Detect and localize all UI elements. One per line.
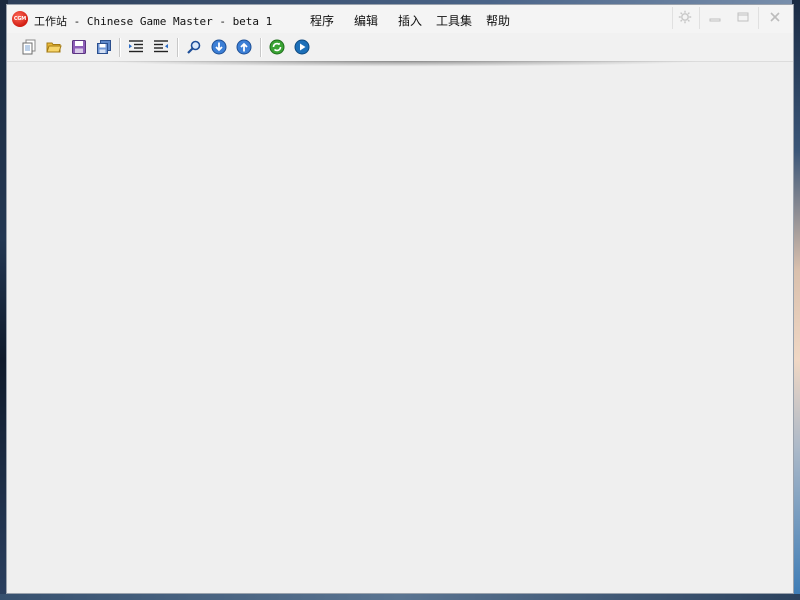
save-all-button[interactable] <box>94 37 114 57</box>
refresh-icon <box>269 39 285 55</box>
gear-icon <box>678 10 692 24</box>
close-icon <box>770 12 780 22</box>
menu-help[interactable]: 帮助 <box>486 12 510 29</box>
toolbar <box>7 33 793 61</box>
desktop-background-bottom <box>0 594 800 600</box>
find-next-button[interactable] <box>209 37 229 57</box>
play-icon <box>294 39 310 55</box>
menu-program[interactable]: 程序 <box>310 12 334 29</box>
menu-insert[interactable]: 插入 <box>398 12 422 29</box>
window-title: 工作站 - Chinese Game Master - beta 1 <box>34 15 273 28</box>
new-document-button[interactable] <box>19 37 39 57</box>
title-bar[interactable]: CGM 工作站 - Chinese Game Master - beta 1 程… <box>7 5 793 33</box>
arrow-down-icon <box>211 39 227 55</box>
indent-button[interactable] <box>126 37 146 57</box>
maximize-button[interactable] <box>729 5 757 29</box>
toolbar-shadow <box>11 61 789 69</box>
workspace-area[interactable] <box>7 62 793 593</box>
minimize-icon <box>709 18 721 22</box>
app-logo-text: CGM <box>13 16 27 22</box>
new-document-icon <box>22 39 36 55</box>
find-previous-button[interactable] <box>234 37 254 57</box>
arrow-up-icon <box>236 39 252 55</box>
run-button[interactable] <box>292 37 312 57</box>
save-icon <box>72 40 86 54</box>
app-window: CGM 工作站 - Chinese Game Master - beta 1 程… <box>6 4 794 594</box>
close-button[interactable] <box>761 5 789 29</box>
save-button[interactable] <box>69 37 89 57</box>
search-button[interactable] <box>184 37 204 57</box>
open-button[interactable] <box>44 37 64 57</box>
indent-icon <box>129 40 143 53</box>
menu-tools[interactable]: 工具集 <box>436 12 472 29</box>
outdent-button[interactable] <box>151 37 171 57</box>
settings-button[interactable] <box>671 5 699 29</box>
refresh-button[interactable] <box>267 37 287 57</box>
menu-edit[interactable]: 编辑 <box>354 12 378 29</box>
maximize-icon <box>737 12 749 22</box>
outdent-icon <box>154 40 168 53</box>
save-all-icon <box>97 40 111 54</box>
app-logo-icon: CGM <box>12 11 28 27</box>
minimize-button[interactable] <box>701 5 729 29</box>
open-folder-icon <box>46 42 62 53</box>
search-icon <box>187 40 201 54</box>
